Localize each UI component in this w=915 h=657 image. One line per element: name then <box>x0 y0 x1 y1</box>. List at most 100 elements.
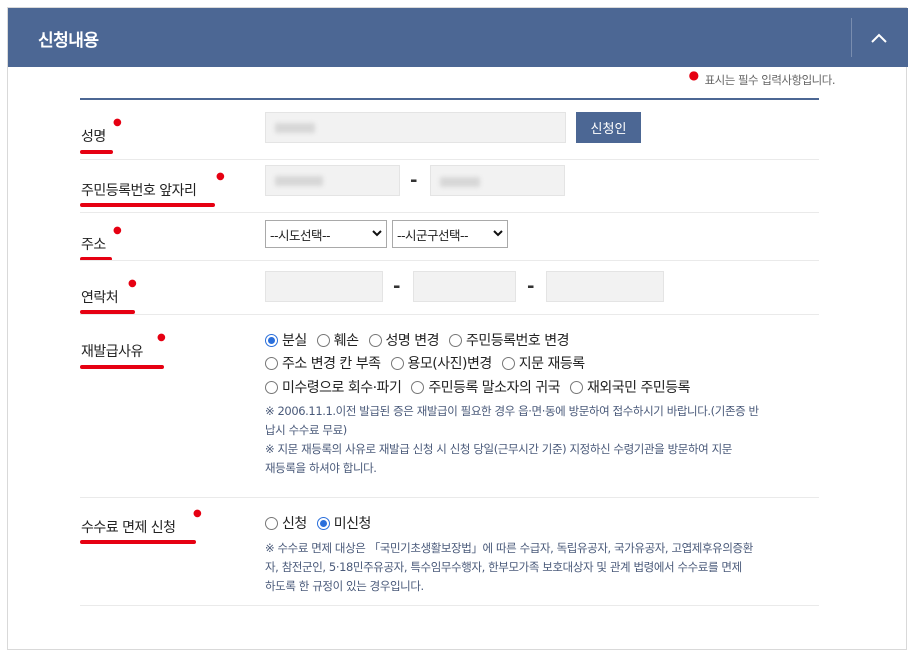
sigungu-select-value: --시군구선택-- <box>397 227 469 243</box>
chevron-up-icon <box>871 33 887 43</box>
reissue-reason-label-text: 재발급사유 <box>81 344 143 360</box>
radio-label: 재외국민 주민등록 <box>587 380 691 396</box>
separator: - <box>527 276 535 297</box>
radio-circle <box>411 380 425 394</box>
name-label-text: 성명 <box>81 129 106 145</box>
notice-line: ※ 지문 재등록의 사유로 재발급 신청 시 신청 당일(근무시간 기준) 지정… <box>265 442 732 456</box>
panel-header: 신청내용 <box>8 8 908 67</box>
required-mark: ● <box>128 278 137 289</box>
row-divider <box>80 159 819 160</box>
reason-radio-row-2: 주소 변경 칸 부족 용모(사진)변경 지문 재등록 <box>265 353 595 373</box>
collapse-button[interactable] <box>859 18 899 57</box>
row-divider <box>80 605 819 606</box>
notice-line: 하도록 한 규정이 있는 경우입니다. <box>265 579 424 593</box>
fee-notice: ※ 수수료 면제 대상은 「국민기초생활보장법」에 따른 수급자, 독립유공자,… <box>265 539 821 596</box>
separator: - <box>410 170 418 191</box>
reason-radio-name-change[interactable]: 성명 변경 <box>368 330 440 350</box>
contact-input-3[interactable] <box>546 271 664 302</box>
contact-input-2[interactable] <box>413 271 516 302</box>
label-underline <box>80 365 164 369</box>
radio-label: 훼손 <box>333 333 359 349</box>
notice-line: 자, 참전군인, 5·18민주유공자, 특수임무수행자, 한부모가족 보호대상자… <box>265 560 742 574</box>
address-label: 주소 ● <box>80 225 122 261</box>
radio-label: 신청 <box>282 516 307 532</box>
radio-label: 성명 변경 <box>385 333 440 349</box>
resident-number-label: 주민등록번호 앞자리 ● <box>80 171 225 207</box>
name-input[interactable] <box>265 112 566 143</box>
form-top-border <box>80 98 819 100</box>
required-mark: ● <box>113 225 122 236</box>
radio-circle <box>265 333 278 347</box>
required-mark: ● <box>157 332 166 343</box>
radio-circle <box>390 356 404 370</box>
masked-value <box>440 177 480 187</box>
required-mark: ● <box>113 117 122 128</box>
reason-radio-overseas-national[interactable]: 재외국민 주민등록 <box>570 377 691 397</box>
reissue-notice: ※ 2006.11.1.이전 발급된 증은 재발급이 필요한 경우 읍·면·동에… <box>265 402 821 478</box>
radio-circle <box>265 356 278 370</box>
row-divider <box>80 260 819 261</box>
contact-label: 연락처 ● <box>80 278 137 314</box>
reason-radio-address-full[interactable]: 주소 변경 칸 부족 <box>265 353 381 373</box>
required-note: ● 표시는 필수 입력사항입니다. <box>689 68 836 88</box>
label-underline <box>80 203 215 207</box>
reason-radio-fingerprint[interactable]: 지문 재등록 <box>501 353 585 373</box>
reissue-reason-label: 재발급사유 ● <box>80 332 166 369</box>
chevron-down-icon <box>372 230 382 237</box>
row-divider <box>80 314 819 315</box>
fee-exemption-label: 수수료 면제 신청 ● <box>80 508 202 544</box>
reason-radio-row-1: 분실 훼손 성명 변경 주민등록번호 변경 <box>265 330 579 350</box>
label-underline <box>80 150 113 154</box>
required-mark: ● <box>216 171 225 182</box>
reason-radio-resident-number-change[interactable]: 주민등록번호 변경 <box>449 330 570 350</box>
required-note-text: 표시는 필수 입력사항입니다. <box>704 73 836 87</box>
reason-radio-unclaimed[interactable]: 미수령으로 회수·파기 <box>265 377 402 397</box>
notice-line: ※ 2006.11.1.이전 발급된 증은 재발급이 필요한 경우 읍·면·동에… <box>265 404 759 418</box>
radio-label: 주민등록번호 변경 <box>466 333 570 349</box>
contact-label-text: 연락처 <box>81 290 119 306</box>
panel-title: 신청내용 <box>38 31 99 51</box>
radio-circle <box>368 333 382 347</box>
radio-label: 지문 재등록 <box>518 356 585 372</box>
address-label-text: 주소 <box>81 237 106 253</box>
radio-label: 주민등록 말소자의 귀국 <box>428 380 561 396</box>
name-label: 성명 ● <box>80 117 122 154</box>
radio-circle <box>449 333 463 347</box>
radio-label: 미수령으로 회수·파기 <box>282 380 402 396</box>
radio-label: 용모(사진)변경 <box>407 356 493 372</box>
sido-select-value: --시도선택-- <box>270 227 331 243</box>
label-underline <box>80 540 196 544</box>
reason-radio-photo-change[interactable]: 용모(사진)변경 <box>390 353 493 373</box>
header-divider <box>851 18 852 57</box>
radio-circle <box>316 516 330 530</box>
radio-label: 분실 <box>282 333 307 349</box>
radio-label: 미신청 <box>333 516 372 532</box>
fee-radio-apply[interactable]: 신청 <box>265 513 307 533</box>
fee-radio-not-apply[interactable]: 미신청 <box>316 513 372 533</box>
fee-radio-row: 신청 미신청 <box>265 513 381 533</box>
reason-radio-lost[interactable]: 분실 <box>265 330 307 350</box>
notice-line: ※ 수수료 면제 대상은 「국민기초생활보장법」에 따른 수급자, 독립유공자,… <box>265 541 753 555</box>
fee-exemption-label-text: 수수료 면제 신청 <box>81 520 176 536</box>
masked-value <box>275 123 315 133</box>
row-divider <box>80 212 819 213</box>
radio-circle <box>265 516 278 530</box>
applicant-button[interactable]: 신청인 <box>576 112 641 143</box>
sigungu-select[interactable]: --시군구선택-- <box>392 220 508 248</box>
radio-circle <box>265 380 278 394</box>
reason-radio-damaged[interactable]: 훼손 <box>316 330 359 350</box>
contact-input-1[interactable] <box>265 271 383 302</box>
required-mark: ● <box>193 508 202 519</box>
reason-radio-row-3: 미수령으로 회수·파기 주민등록 말소자의 귀국 재외국민 주민등록 <box>265 377 700 397</box>
resident-number-front-input[interactable] <box>265 165 400 196</box>
radio-circle <box>316 333 330 347</box>
resident-number-back-input[interactable] <box>430 165 565 196</box>
reason-radio-returnee[interactable]: 주민등록 말소자의 귀국 <box>411 377 561 397</box>
radio-circle <box>501 356 515 370</box>
notice-line: 납시 수수료 무료) <box>265 423 347 437</box>
row-divider <box>80 497 819 498</box>
chevron-down-icon <box>493 230 503 237</box>
separator: - <box>393 276 401 297</box>
masked-value <box>275 176 323 186</box>
sido-select[interactable]: --시도선택-- <box>265 220 387 248</box>
